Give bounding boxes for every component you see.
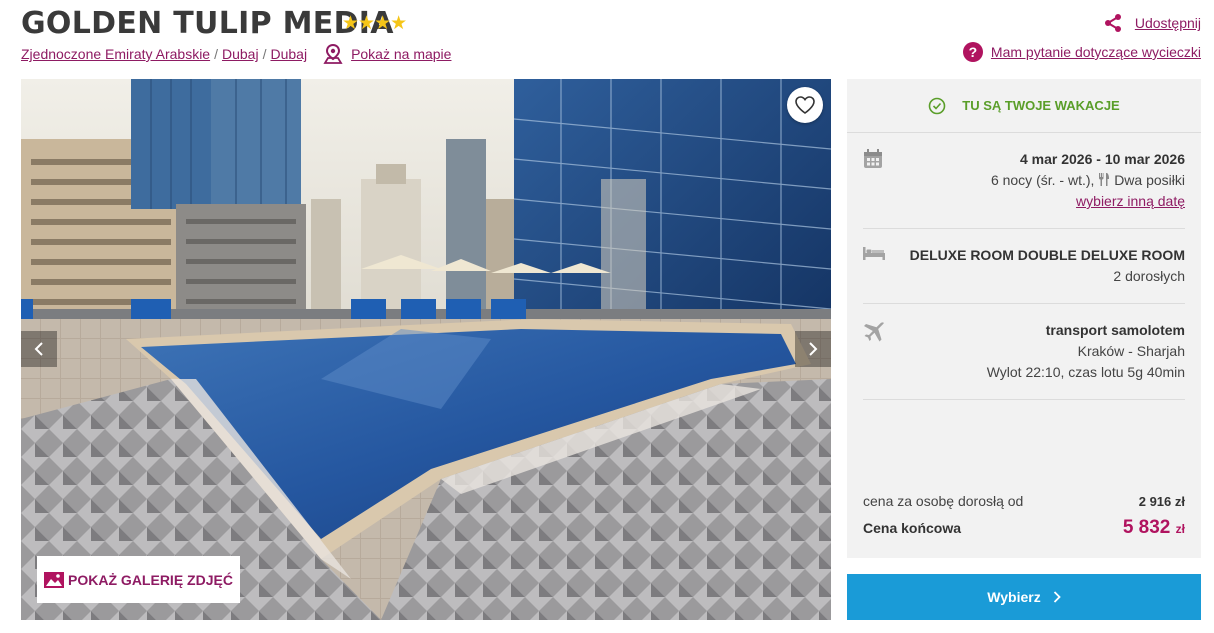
booking-summary-panel: TU SĄ TWOJE WAKACJE 4 mar 2026 - 10 mar …	[847, 79, 1201, 558]
price-per-adult-value: 2 916 zł	[1138, 493, 1185, 509]
nights-meals: 6 nocy (śr. - wt.), Dwa posiłki	[863, 170, 1185, 191]
meal-plan: Dwa posiłki	[1114, 172, 1185, 188]
final-price-label: Cena końcowa	[863, 520, 962, 536]
breadcrumb-region[interactable]: Dubaj	[222, 46, 259, 62]
calendar-icon	[864, 149, 882, 168]
show-map-label[interactable]: Pokaż na mapie	[351, 46, 451, 62]
price-per-adult-row: cena za osobę dorosłą od 2 916 zł	[863, 493, 1185, 509]
breadcrumb-country[interactable]: Zjednoczone Emiraty Arabskie	[21, 46, 210, 62]
image-icon	[44, 571, 65, 588]
cutlery-icon	[1099, 173, 1110, 186]
choose-button[interactable]: Wybierz	[847, 574, 1201, 620]
bed-icon	[863, 247, 885, 260]
breadcrumb-city[interactable]: Dubaj	[270, 46, 307, 62]
photo-gallery[interactable]: POKAŻ GALERIĘ ZDJĘĆ	[21, 79, 831, 620]
final-price-row: Cena końcowa 5 832 zł	[863, 517, 1185, 539]
divider	[863, 399, 1185, 400]
dates-section: 4 mar 2026 - 10 mar 2026 6 nocy (śr. - w…	[863, 149, 1185, 212]
guest-count: 2 dorosłych	[1113, 268, 1185, 284]
final-price-value: 5 832 zł	[1123, 517, 1185, 539]
vacation-label: TU SĄ TWOJE WAKACJE	[962, 98, 1120, 113]
room-type: DELUXE ROOM DOUBLE DELUXE ROOM	[909, 247, 1185, 263]
question-label[interactable]: Mam pytanie dotyczące wycieczki	[991, 44, 1201, 60]
question-link[interactable]: ? Mam pytanie dotyczące wycieczki	[962, 42, 1201, 62]
airplane-icon	[864, 322, 884, 342]
breadcrumb-separator: /	[214, 46, 218, 62]
price-per-adult-label: cena za osobę dorosłą od	[863, 493, 1024, 509]
breadcrumb-separator: /	[262, 46, 267, 62]
share-icon	[1104, 14, 1121, 32]
show-gallery-label: POKAŻ GALERIĘ ZDJĘĆ	[68, 571, 233, 588]
check-circle-icon	[928, 97, 946, 114]
change-date-link[interactable]: wybierz inną datę	[1076, 193, 1185, 209]
breadcrumb: Zjednoczone Emiraty Arabskie / Dubaj / D…	[21, 44, 451, 64]
travel-dates: 4 mar 2026 - 10 mar 2026	[1019, 151, 1185, 167]
flight-details: Wylot 22:10, czas lotu 5g 40min	[986, 364, 1185, 380]
gallery-prev-button[interactable]	[21, 331, 57, 367]
vacation-banner: TU SĄ TWOJE WAKACJE	[847, 79, 1201, 133]
choose-button-label: Wybierz	[987, 589, 1041, 605]
nights-count: 6 nocy (śr. - wt.),	[990, 172, 1095, 188]
share-label[interactable]: Udostępnij	[1135, 15, 1201, 31]
question-icon: ?	[962, 42, 983, 62]
divider	[863, 303, 1185, 304]
gallery-next-button[interactable]	[795, 331, 831, 367]
transport-section: transport samolotem Kraków - Sharjah Wyl…	[863, 320, 1185, 383]
star-rating: ★★★★	[342, 13, 407, 34]
show-map-link[interactable]: Pokaż na mapie	[323, 44, 451, 64]
chevron-right-icon	[809, 342, 818, 356]
chevron-left-icon	[34, 342, 43, 356]
hotel-pool-photo	[21, 79, 831, 620]
chevron-right-icon	[1053, 591, 1061, 603]
transport-type: transport samolotem	[1045, 322, 1185, 338]
divider	[863, 228, 1185, 229]
flight-route: Kraków - Sharjah	[1077, 343, 1185, 359]
favorite-button[interactable]	[787, 87, 823, 123]
share-link[interactable]: Udostępnij	[1103, 13, 1201, 33]
show-gallery-button[interactable]: POKAŻ GALERIĘ ZDJĘĆ	[37, 556, 240, 603]
hotel-title: GOLDEN TULIP MEDIA	[21, 6, 394, 41]
final-price-currency: zł	[1175, 522, 1185, 536]
final-price-amount: 5 832	[1122, 517, 1171, 538]
heart-icon	[795, 96, 815, 114]
map-pin-icon	[323, 44, 343, 64]
room-section: DELUXE ROOM DOUBLE DELUXE ROOM 2 dorosły…	[863, 245, 1185, 287]
